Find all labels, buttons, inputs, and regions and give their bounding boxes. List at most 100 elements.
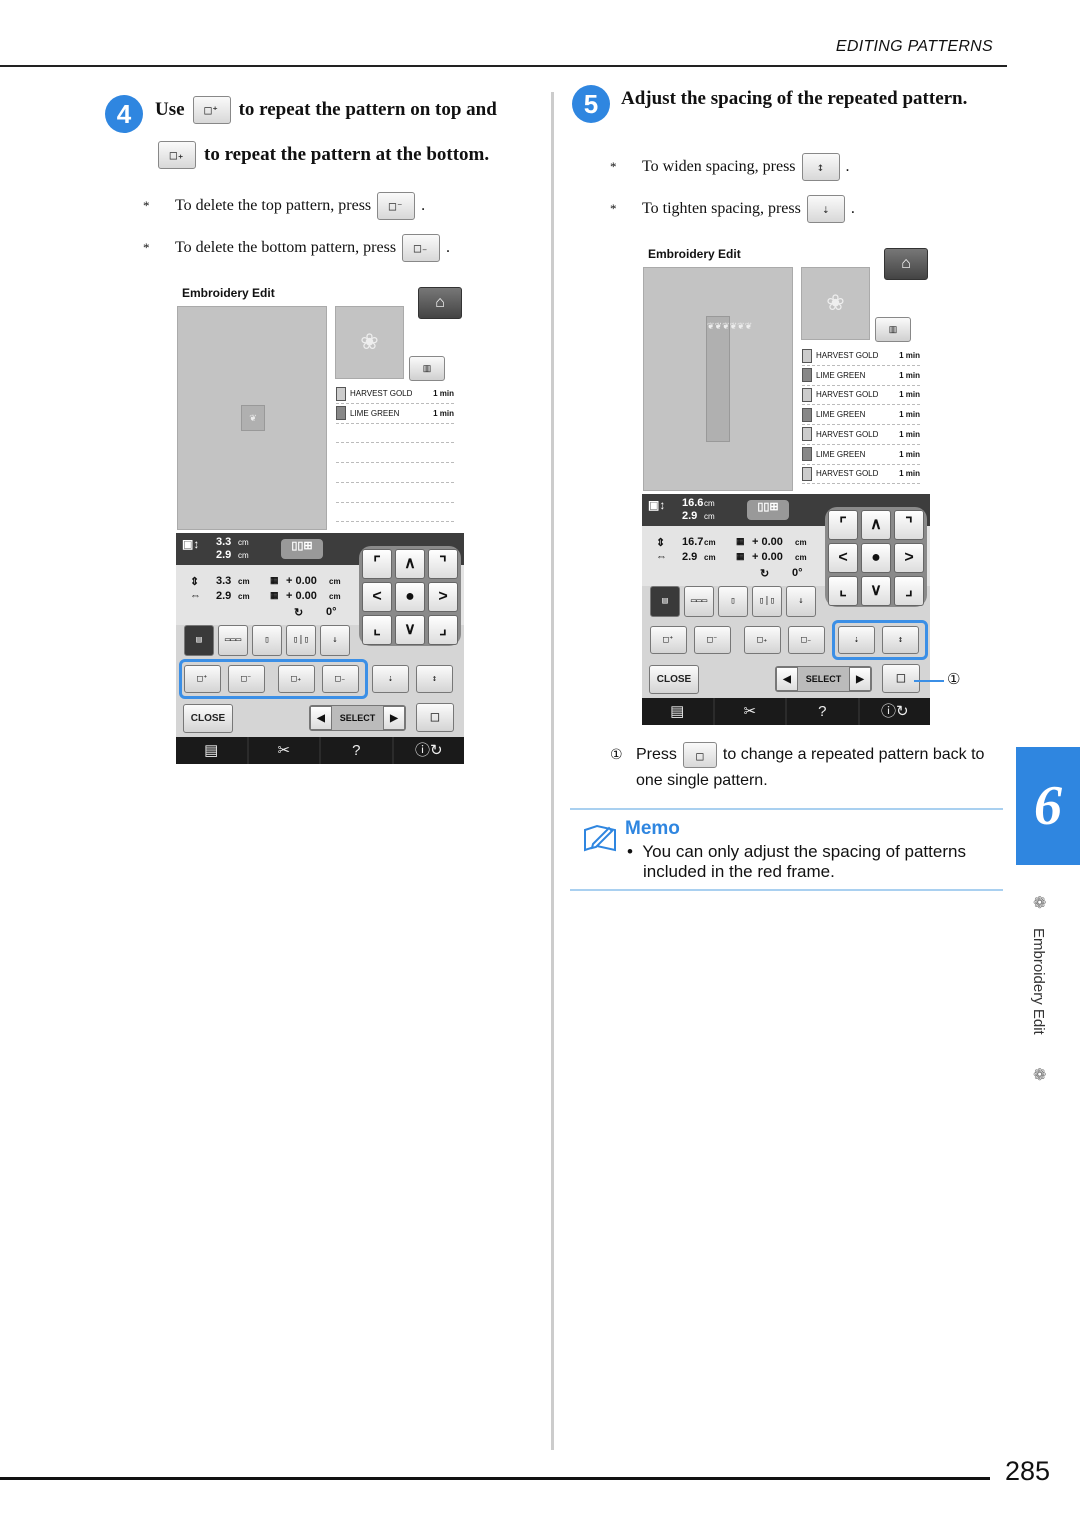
thread-name: HARVEST GOLD	[350, 389, 413, 398]
move-down-right-button[interactable]: ⌟	[894, 576, 924, 606]
settings-button[interactable]: ⓘ↻	[393, 737, 464, 764]
thread-row-empty	[336, 463, 454, 483]
step-number-5: 5	[572, 85, 610, 123]
step4-line1: Use □⁺ to repeat the pattern on top and	[155, 96, 497, 124]
widen-spacing-button[interactable]: ↕	[416, 665, 453, 693]
move-up-button[interactable]: ∧	[861, 510, 891, 540]
unit: cm	[704, 538, 716, 547]
sewing-button[interactable]: ✂	[248, 737, 319, 764]
angle-value: 0°	[326, 606, 337, 618]
footer-rule	[0, 1477, 990, 1480]
repeat-horizontal-tab[interactable]: ▭▭▭	[684, 586, 714, 617]
embroidery-view-button[interactable]: ▥	[409, 356, 445, 381]
repeat-bottom-button[interactable]: □₊	[744, 626, 781, 654]
move-left-button[interactable]: <	[362, 582, 392, 612]
embroidery-edit-screen-single: Embroidery Edit ⌂ ❦ ❀ ▥ HARVEST GOLD 1 min LIME…	[176, 284, 464, 764]
repeat-horizontal-tab[interactable]: ▭▭▭	[218, 625, 248, 656]
thread-time-unit: min	[905, 469, 920, 479]
thread-row-empty	[336, 443, 454, 464]
unit: cm	[795, 538, 807, 547]
height-icon: ⇕	[190, 576, 200, 588]
move-up-left-button[interactable]: ⌜	[362, 549, 392, 579]
settings-button[interactable]: ⓘ↻	[859, 698, 930, 725]
split-horizontal-tab[interactable]: ▯|▯	[286, 625, 316, 656]
tighten-spacing-button[interactable]: ⇣	[372, 665, 409, 693]
move-center-button[interactable]: ●	[395, 582, 425, 612]
select-bar: ◀ SELECT ▶	[775, 666, 872, 692]
memo-title: Memo	[625, 818, 680, 839]
sewing-button[interactable]: ✂	[714, 698, 785, 725]
unit: cm	[238, 551, 249, 560]
pattern-thumbnail: ❀	[801, 267, 870, 340]
header-rule	[0, 65, 1007, 67]
move-up-button[interactable]: ∧	[395, 549, 425, 579]
close-button[interactable]: CLOSE	[183, 704, 233, 733]
move-down-left-button[interactable]: ⌞	[828, 576, 858, 606]
repeat-top-button[interactable]: □⁺	[650, 626, 687, 654]
thread-name: HARVEST GOLD	[816, 390, 879, 400]
height-value: 16.7	[682, 536, 704, 548]
help-button[interactable]: ?	[321, 737, 392, 764]
repeated-pattern: ❦❦❦❦❦❦	[706, 316, 752, 442]
thread-time-unit: min	[439, 389, 454, 398]
move-left-button[interactable]: <	[828, 543, 858, 573]
cut-tab[interactable]: ↓	[786, 586, 816, 617]
home-button[interactable]: ⌂	[884, 248, 928, 280]
thread-row: LIME GREEN 1 min	[802, 445, 920, 465]
thread-time: 1 min	[899, 390, 920, 399]
unit: cm	[238, 592, 250, 601]
split-vertical-tab[interactable]: ▯	[718, 586, 748, 617]
delete-bottom-button[interactable]: □₋	[788, 626, 825, 654]
arrangement-icon: ▯▯⊞	[747, 500, 789, 520]
delete-top-button[interactable]: □⁻	[694, 626, 731, 654]
help-button[interactable]: ?	[787, 698, 858, 725]
move-down-button[interactable]: ∨	[395, 615, 425, 645]
move-up-right-button[interactable]: ⌝	[428, 549, 458, 579]
unit: cm	[329, 577, 341, 586]
select-next-button[interactable]: ▶	[849, 667, 871, 691]
note-text: To widen spacing, press	[642, 158, 796, 175]
thread-row: LIME GREEN 1 min	[336, 404, 454, 424]
select-bar: ◀ SELECT ▶	[309, 705, 406, 731]
move-up-left-button[interactable]: ⌜	[828, 510, 858, 540]
memo-rule-top	[570, 808, 1003, 810]
move-up-right-button[interactable]: ⌝	[894, 510, 924, 540]
home-button[interactable]: ⌂	[418, 287, 462, 319]
move-right-button[interactable]: >	[894, 543, 924, 573]
thread-row-empty	[336, 483, 454, 503]
single-pattern-button[interactable]: □	[882, 664, 920, 693]
move-center-button[interactable]: ●	[861, 543, 891, 573]
ornament-icon: ❁	[1033, 1067, 1047, 1084]
split-vertical-tab[interactable]: ▯	[252, 625, 282, 656]
thread-name: LIME GREEN	[816, 449, 866, 459]
size-icon: ▣↕	[182, 537, 200, 551]
unit: cm	[704, 553, 716, 562]
thread-time-value: 1	[899, 390, 904, 400]
bottom-bar: ▤ ✂? ⓘ↻	[642, 698, 930, 725]
select-prev-button[interactable]: ◀	[776, 667, 798, 691]
move-down-right-button[interactable]: ⌟	[428, 615, 458, 645]
split-horizontal-tab[interactable]: ▯|▯	[752, 586, 782, 617]
select-next-button[interactable]: ▶	[383, 706, 405, 730]
bottom-bar: ▤ ✂? ⓘ↻	[176, 737, 464, 764]
cut-tab[interactable]: ↓	[320, 625, 350, 656]
menu-button[interactable]: ▤	[176, 737, 247, 764]
embroidery-view-button[interactable]: ▥	[875, 317, 911, 342]
move-down-left-button[interactable]: ⌞	[362, 615, 392, 645]
h-spacing-value: + 0.00	[752, 551, 783, 563]
thread-time-unit: min	[905, 410, 920, 420]
single-pattern-button[interactable]: □	[416, 703, 454, 732]
thread-row: LIME GREEN 1 min	[802, 366, 920, 386]
move-right-button[interactable]: >	[428, 582, 458, 612]
column-divider	[551, 92, 554, 1450]
repeat-vertical-tab[interactable]: ▤	[184, 625, 214, 656]
select-prev-button[interactable]: ◀	[310, 706, 332, 730]
close-button[interactable]: CLOSE	[649, 665, 699, 694]
note-text: To tighten spacing, press	[642, 200, 801, 217]
repeat-vertical-tab[interactable]: ▤	[650, 586, 680, 617]
move-down-button[interactable]: ∨	[861, 576, 891, 606]
step4-text1: to repeat the pattern on top and	[238, 99, 497, 120]
thread-time: 1 min	[433, 409, 454, 418]
menu-button[interactable]: ▤	[642, 698, 713, 725]
ornament-icon: ❁	[1033, 895, 1047, 912]
